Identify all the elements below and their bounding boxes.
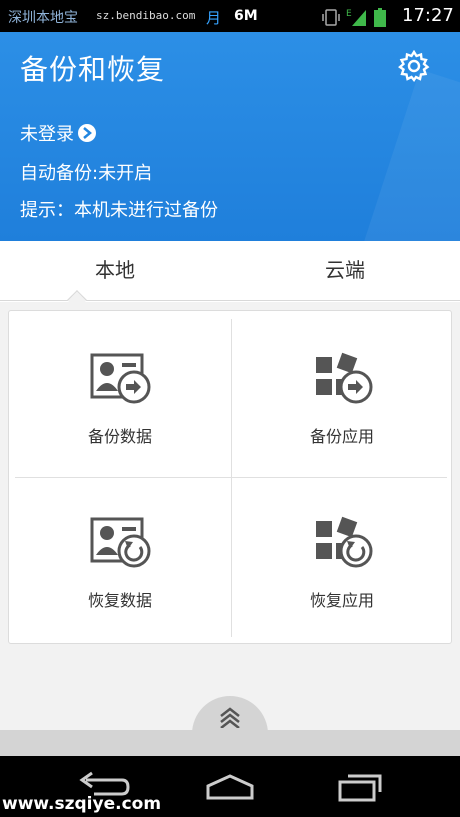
bottom-strip [0, 730, 460, 756]
header-panel: 备份和恢复 未登录 自动备份:未开启 提示：本机未进行过备份 [0, 32, 460, 241]
recent-apps-icon[interactable] [330, 770, 390, 804]
arrow-right-icon [78, 124, 96, 142]
tab-bar: 本地 云端 [0, 241, 460, 310]
status-watermark: 深圳本地宝 [8, 10, 78, 26]
home-icon[interactable] [200, 770, 260, 804]
contact-card-arrow-icon [90, 353, 151, 404]
backup-apps-button[interactable]: 备份应用 [231, 311, 453, 477]
contact-card-restore-icon [90, 517, 151, 568]
svg-text:E: E [346, 9, 352, 19]
action-grid: 备份数据 备份应用 恢复数据 恢复应用 [8, 310, 452, 644]
apps-restore-icon [316, 516, 373, 568]
battery-icon [374, 8, 386, 27]
backup-tip: 提示：本机未进行过备份 [20, 200, 218, 221]
moon-icon: 月 [206, 9, 222, 27]
backup-data-label: 备份数据 [87, 427, 152, 446]
system-nav-bar: www.szqiye.com [0, 756, 460, 817]
backup-data-button[interactable]: 备份数据 [9, 311, 231, 477]
main-content: 备份数据 备份应用 恢复数据 恢复应用 [0, 302, 460, 736]
tab-local[interactable]: 本地 [0, 241, 230, 301]
status-time: 17:27 [402, 5, 454, 26]
chevron-up-icon [220, 707, 240, 728]
restore-apps-button[interactable]: 恢复应用 [231, 477, 453, 643]
signal-icon: E [346, 9, 366, 26]
restore-data-label: 恢复数据 [87, 591, 152, 610]
footer-watermark: www.szqiye.com [2, 794, 162, 814]
login-label: 未登录 [20, 124, 74, 145]
login-link[interactable]: 未登录 [20, 120, 96, 146]
restore-apps-label: 恢复应用 [309, 591, 374, 610]
memory-indicator: 6M [234, 8, 258, 24]
status-url: sz.bendibao.com [96, 9, 196, 22]
gear-icon[interactable] [398, 50, 430, 82]
status-icons: E [322, 8, 386, 27]
backup-apps-label: 备份应用 [309, 427, 374, 446]
vibrate-icon [322, 9, 340, 26]
apps-arrow-icon [316, 352, 373, 404]
status-bar: 深圳本地宝 sz.bendibao.com 月 6M E 17:27 [0, 0, 460, 32]
auto-backup-status: 自动备份:未开启 [20, 163, 153, 184]
tab-cloud[interactable]: 云端 [230, 241, 460, 301]
page-title: 备份和恢复 [20, 53, 166, 86]
restore-data-button[interactable]: 恢复数据 [9, 477, 231, 643]
